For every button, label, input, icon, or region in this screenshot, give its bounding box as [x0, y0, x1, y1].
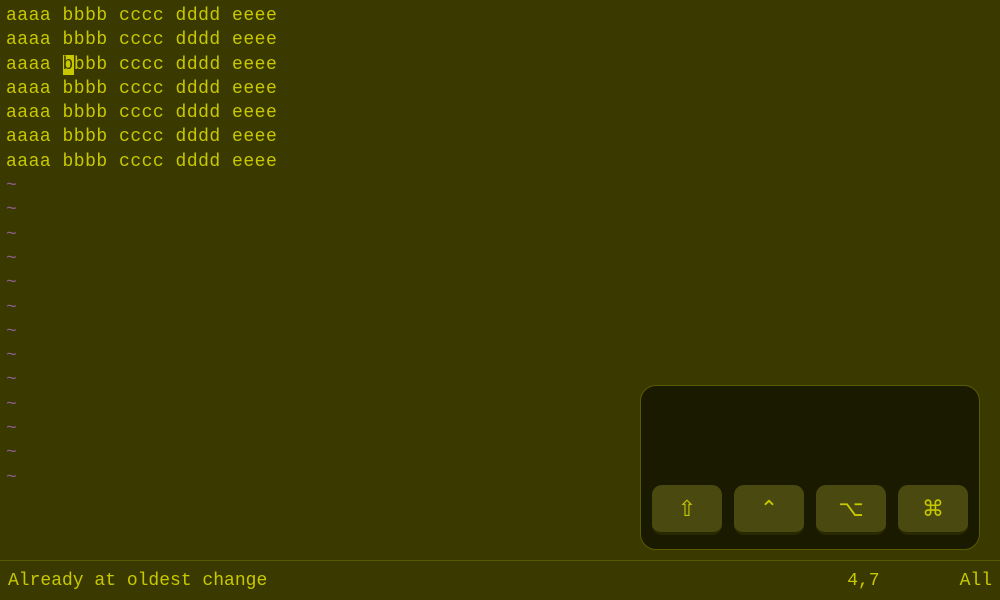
- editor-line-3: aaaa bbbb cccc dddd eeee: [6, 53, 994, 77]
- alt-key[interactable]: ⌥: [816, 485, 886, 535]
- editor-line-2: aaaa bbbb cccc dddd eeee: [6, 28, 994, 52]
- cmd-key[interactable]: ⌘: [898, 485, 968, 535]
- tilde-line: ~: [6, 320, 994, 344]
- keyboard-widget: ⇧ ⌃ ⌥ ⌘: [640, 385, 980, 550]
- editor-line-6: aaaa bbbb cccc dddd eeee: [6, 125, 994, 149]
- tilde-line: ~: [6, 296, 994, 320]
- editor-line-4: aaaa bbbb cccc dddd eeee: [6, 77, 994, 101]
- tilde-line: ~: [6, 174, 994, 198]
- tilde-line: ~: [6, 247, 994, 271]
- status-bar: Already at oldest change 4,7 All: [0, 560, 1000, 600]
- tilde-line: ~: [6, 223, 994, 247]
- scroll-status: All: [960, 571, 992, 591]
- cursor-position: 4,7: [847, 571, 879, 591]
- ctrl-key[interactable]: ⌃: [734, 485, 804, 535]
- status-message: Already at oldest change: [8, 571, 847, 591]
- tilde-line: ~: [6, 198, 994, 222]
- shift-key[interactable]: ⇧: [652, 485, 722, 535]
- cursor: b: [63, 55, 74, 75]
- tilde-line: ~: [6, 344, 994, 368]
- editor-line-1: aaaa bbbb cccc dddd eeee: [6, 4, 994, 28]
- tilde-line: ~: [6, 271, 994, 295]
- editor-line-5: aaaa bbbb cccc dddd eeee: [6, 101, 994, 125]
- keyboard-buttons: ⇧ ⌃ ⌥ ⌘: [640, 485, 980, 535]
- editor-line-7: aaaa bbbb cccc dddd eeee: [6, 150, 994, 174]
